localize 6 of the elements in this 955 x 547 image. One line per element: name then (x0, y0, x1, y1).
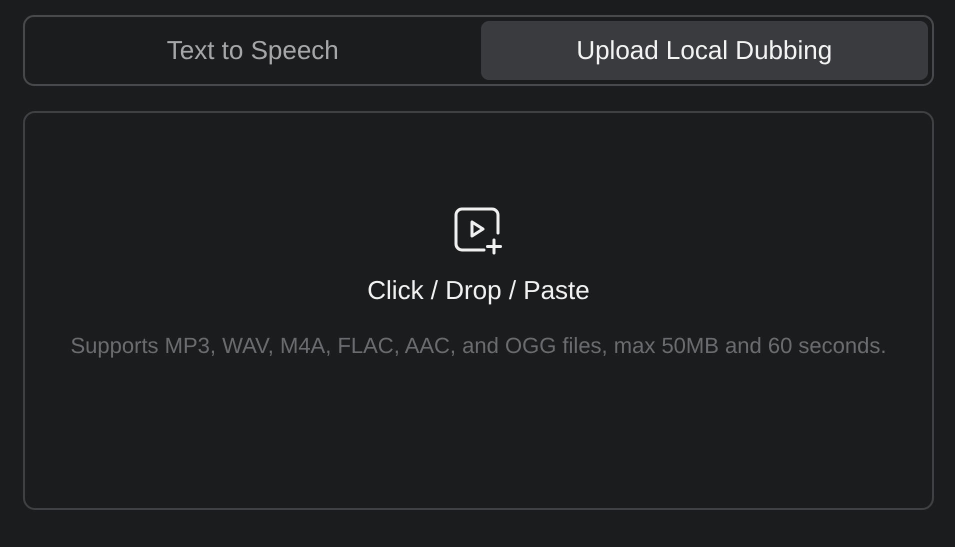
tab[interactable]: Upload Local Dubbing (480, 21, 928, 80)
video-add-icon (454, 207, 504, 255)
tab[interactable]: Text to Speech (29, 21, 476, 80)
upload-title: Click / Drop / Paste (367, 274, 590, 307)
upload-area[interactable]: Click / Drop / Paste Supports MP3, WAV, M4A, FLAC, AAC, and OGG files, max 50MB and 60 seconds. (23, 111, 934, 510)
upload-hint: Supports MP3, WAV, M4A, FLAC, AAC, and OGG files, max 50MB and 60 seconds. (70, 332, 888, 360)
